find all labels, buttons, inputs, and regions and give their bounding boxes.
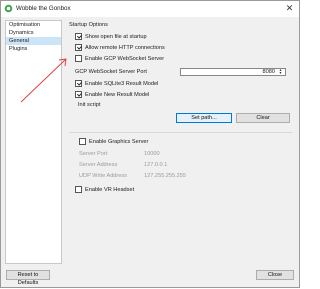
server-port-value[interactable]: 10000 — [144, 151, 160, 157]
enable-new-result-row[interactable]: Enable New Result Model — [75, 91, 149, 98]
section-divider — [69, 132, 292, 133]
enable-gcp-ws-row[interactable]: Enable GCP WebSocket Server — [75, 55, 164, 62]
ws-port-spinbox[interactable]: 8080 ▲ ▼ — [180, 68, 286, 76]
enable-new-result-label: Enable New Result Model — [85, 91, 150, 98]
server-address-label: Server Address — [79, 162, 118, 168]
enable-sqlite-row[interactable]: Enable SQLite3 Result Model — [75, 80, 158, 87]
ws-port-label: GCP WebSocket Server Port — [75, 69, 147, 75]
reset-to-defaults-button[interactable]: Reset to Defaults — [6, 270, 50, 286]
startup-options-label: Startup Options — [69, 22, 108, 28]
nav-item-optimisation[interactable]: Optimisation — [6, 21, 61, 29]
enable-graphics-label: Enable Graphics Server — [89, 138, 149, 145]
enable-graphics-row[interactable]: Enable Graphics Server — [79, 138, 148, 145]
enable-gcp-ws-label: Enable GCP WebSocket Server — [85, 55, 165, 62]
show-open-file-checkbox[interactable] — [75, 33, 82, 40]
allow-remote-http-row[interactable]: Allow remote HTTP connections — [75, 44, 165, 51]
enable-new-result-checkbox[interactable] — [75, 91, 82, 98]
nav-item-general[interactable]: General — [6, 37, 61, 45]
clear-button[interactable]: Clear — [236, 113, 290, 123]
close-button[interactable]: Close — [256, 270, 294, 280]
settings-nav: Optimisation Dynamics General Plugins — [5, 20, 62, 264]
allow-remote-http-checkbox[interactable] — [75, 44, 82, 51]
init-script-label: Init script — [78, 102, 101, 108]
show-open-file-row[interactable]: Show open file at startup — [75, 33, 147, 40]
preferences-window: Wobble the Gonbox ✕ Optimisation Dynamic… — [0, 0, 300, 288]
close-icon[interactable]: ✕ — [284, 3, 295, 14]
udp-write-address-value[interactable]: 127.255.255.255 — [144, 173, 186, 179]
server-address-value[interactable]: 127.0.0.1 — [144, 162, 167, 168]
general-settings-panel: Startup Options Show open file at startu… — [65, 20, 296, 264]
app-icon — [4, 4, 13, 13]
enable-sqlite-label: Enable SQLite3 Result Model — [85, 80, 159, 87]
set-path-button[interactable]: Set path... — [176, 113, 232, 123]
udp-write-address-label: UDP Write Address — [79, 173, 127, 179]
nav-item-plugins[interactable]: Plugins — [6, 45, 61, 53]
show-open-file-label: Show open file at startup — [85, 33, 147, 40]
allow-remote-http-label: Allow remote HTTP connections — [85, 44, 165, 51]
ws-port-value: 8080 — [262, 69, 275, 75]
enable-vr-checkbox[interactable] — [75, 186, 82, 193]
nav-item-dynamics[interactable]: Dynamics — [6, 29, 61, 37]
enable-sqlite-checkbox[interactable] — [75, 80, 82, 87]
enable-vr-row[interactable]: Enable VR Headset — [75, 186, 134, 193]
window-title: Wobble the Gonbox — [16, 5, 71, 12]
enable-graphics-checkbox[interactable] — [79, 138, 86, 145]
spin-arrows-icon[interactable]: ▲ ▼ — [277, 68, 284, 76]
server-port-label: Server Port — [79, 151, 108, 157]
enable-gcp-ws-checkbox[interactable] — [75, 55, 82, 62]
title-bar: Wobble the Gonbox ✕ — [1, 1, 299, 17]
enable-vr-label: Enable VR Headset — [85, 186, 135, 193]
